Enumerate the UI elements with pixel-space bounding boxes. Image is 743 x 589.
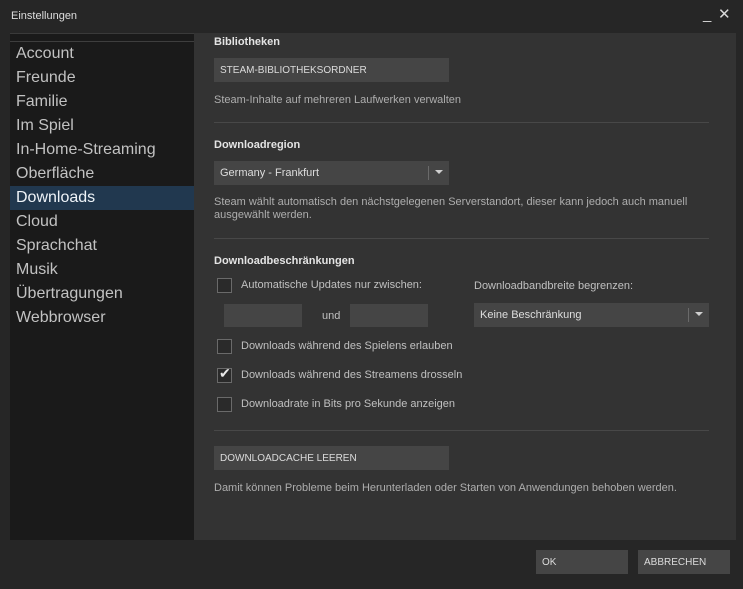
bandwidth-label: Downloadbandbreite begrenzen: xyxy=(474,280,634,292)
checkmark-icon: ✔ xyxy=(219,365,231,381)
sidebar-item-broadcasting[interactable]: Übertragungen xyxy=(10,282,194,306)
update-start-time-field[interactable] xyxy=(224,304,302,327)
show-bits-per-second-checkbox[interactable] xyxy=(217,397,232,412)
clear-download-cache-button[interactable]: DOWNLOADCACHE LEEREN xyxy=(214,446,449,470)
cache-description: Damit können Probleme beim Herunterladen… xyxy=(214,482,677,494)
sidebar-item-voice-chat[interactable]: Sprachchat xyxy=(10,234,194,258)
sidebar-divider xyxy=(10,34,194,42)
throttle-while-streaming-checkbox[interactable]: ✔ xyxy=(217,365,232,383)
close-button[interactable]: ✕ xyxy=(718,7,731,22)
download-region-dropdown[interactable]: Germany - Frankfurt xyxy=(214,161,449,185)
downloads-panel: Bibliotheken STEAM-BIBLIOTHEKSORDNER Ste… xyxy=(194,33,736,540)
chevron-down-icon xyxy=(435,170,443,174)
sidebar-item-family[interactable]: Familie xyxy=(10,90,194,114)
region-heading: Downloadregion xyxy=(214,139,301,151)
allow-downloads-while-playing-label: Downloads während des Spielens erlauben xyxy=(241,340,453,352)
dropdown-separator xyxy=(688,308,689,322)
settings-sidebar: Account Freunde Familie Im Spiel In-Home… xyxy=(10,33,194,540)
throttle-while-streaming-label: Downloads während des Streamens drosseln xyxy=(241,369,463,381)
section-divider xyxy=(214,430,709,431)
sidebar-item-cloud[interactable]: Cloud xyxy=(10,210,194,234)
allow-downloads-while-playing-checkbox[interactable] xyxy=(217,339,232,354)
library-folders-button[interactable]: STEAM-BIBLIOTHEKSORDNER xyxy=(214,58,449,82)
dropdown-separator xyxy=(428,166,429,180)
auto-update-checkbox[interactable] xyxy=(217,278,232,293)
region-description-line2: ausgewählt werden. xyxy=(214,209,312,221)
update-end-time-field[interactable] xyxy=(350,304,428,327)
cancel-button[interactable]: ABBRECHEN xyxy=(638,550,730,574)
bandwidth-limit-dropdown[interactable]: Keine Beschränkung xyxy=(474,303,709,327)
libraries-heading: Bibliotheken xyxy=(214,36,281,48)
region-description: Steam wählt automatisch den nächstgelege… xyxy=(214,196,724,222)
show-bits-per-second-label: Downloadrate in Bits pro Sekunde anzeige… xyxy=(241,398,456,410)
sidebar-item-interface[interactable]: Oberfläche xyxy=(10,162,194,186)
libraries-description: Steam-Inhalte auf mehreren Laufwerken ve… xyxy=(214,94,462,106)
sidebar-item-in-home-streaming[interactable]: In-Home-Streaming xyxy=(10,138,194,162)
sidebar-item-downloads[interactable]: Downloads xyxy=(10,186,194,210)
sidebar-item-web-browser[interactable]: Webbrowser xyxy=(10,306,194,330)
title-bar: Einstellungen _ ✕ xyxy=(0,0,743,33)
restrictions-heading: Downloadbeschränkungen xyxy=(214,255,355,267)
sidebar-item-in-game[interactable]: Im Spiel xyxy=(10,114,194,138)
sidebar-item-friends[interactable]: Freunde xyxy=(10,66,194,90)
sidebar-item-music[interactable]: Musik xyxy=(10,258,194,282)
section-divider xyxy=(214,122,709,123)
chevron-down-icon xyxy=(695,312,703,316)
section-divider xyxy=(214,238,709,239)
region-description-line1: Steam wählt automatisch den nächstgelege… xyxy=(214,196,688,208)
download-region-value: Germany - Frankfurt xyxy=(220,167,320,179)
ok-button[interactable]: OK xyxy=(536,550,628,574)
minimize-button[interactable]: _ xyxy=(703,7,711,22)
and-label: und xyxy=(322,310,341,322)
sidebar-item-account[interactable]: Account xyxy=(10,42,194,66)
window-title: Einstellungen xyxy=(11,10,78,22)
auto-update-label: Automatische Updates nur zwischen: xyxy=(241,279,422,291)
bandwidth-limit-value: Keine Beschränkung xyxy=(480,309,582,321)
